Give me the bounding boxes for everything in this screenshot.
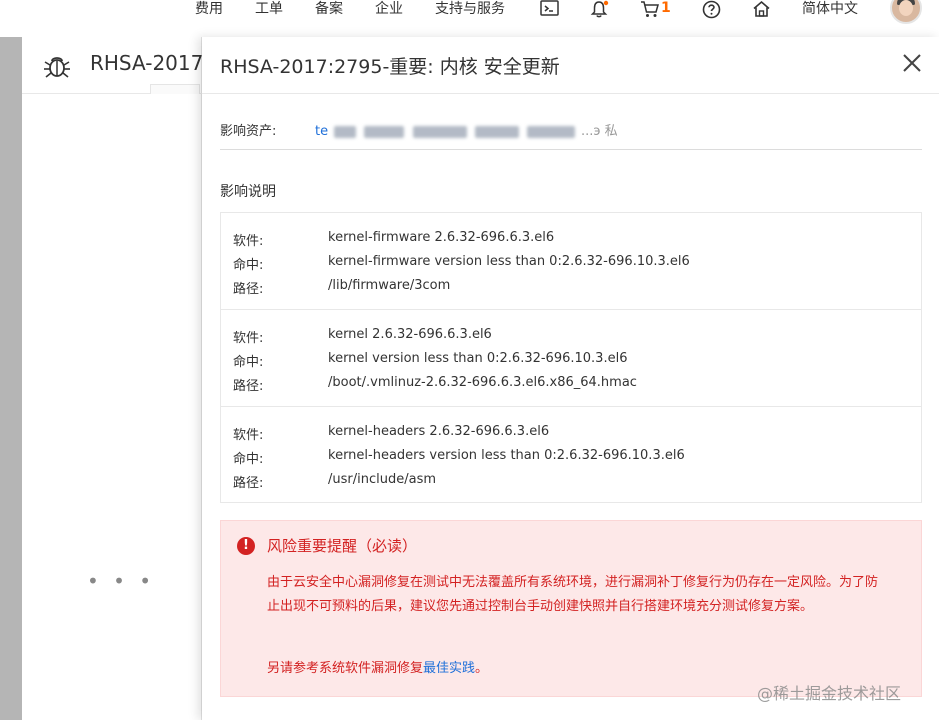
close-icon[interactable] — [900, 51, 924, 75]
nav-billing[interactable]: 费用 — [195, 0, 223, 20]
software-value: kernel 2.6.32-696.6.3.el6 — [328, 327, 492, 342]
best-practice-link[interactable]: 最佳实践 — [423, 661, 475, 676]
risk-alert: ! 风险重要提醒（必读） 由于云安全中心漏洞修复在测试中无法覆盖所有系统环境，进… — [220, 520, 922, 697]
hit-label: 命中: — [233, 452, 264, 467]
redacted-text — [474, 125, 519, 138]
impact-item: 软件: kernel-headers 2.6.32-696.6.3.el6 命中:… — [221, 407, 921, 502]
drawer-title: RHSA-2017:2795-重要: 内核 安全更新 — [220, 56, 560, 78]
terminal-icon[interactable] — [540, 0, 560, 20]
redacted-text — [412, 125, 467, 138]
bell-icon[interactable] — [590, 0, 610, 20]
alert-reference: 另请参考系统软件漏洞修复最佳实践。 — [267, 657, 488, 676]
background-tab — [150, 84, 200, 94]
redacted-text — [364, 125, 405, 138]
hit-value: kernel version less than 0:2.6.32-696.10… — [328, 351, 628, 366]
nav-support[interactable]: 支持与服务 — [435, 0, 505, 20]
drawer-header: RHSA-2017:2795-重要: 内核 安全更新 — [202, 37, 939, 94]
path-label: 路径: — [233, 379, 264, 394]
asset-link[interactable]: te ...э 私 — [315, 120, 618, 139]
background-title: RHSA-2017: — [90, 51, 211, 75]
asset-prefix: te — [315, 124, 329, 139]
help-icon[interactable] — [702, 0, 722, 20]
path-label: 路径: — [233, 282, 264, 297]
nav-enterprise[interactable]: 企业 — [375, 0, 403, 20]
top-navigation: 费用 工单 备案 企业 支持与服务 1 简体中文 — [0, 0, 939, 37]
bug-icon — [42, 53, 72, 79]
impact-item: 软件: kernel-firmware 2.6.32-696.6.3.el6 命中… — [221, 213, 921, 310]
cart-icon[interactable]: 1 — [640, 0, 674, 20]
home-icon[interactable] — [752, 0, 772, 20]
hit-value: kernel-headers version less than 0:2.6.3… — [328, 448, 685, 463]
alert-ref-prefix: 另请参考系统软件漏洞修复 — [267, 661, 424, 676]
path-value: /boot/.vmlinuz-2.6.32-696.6.3.el6.x86_64… — [328, 375, 637, 390]
nav-filing[interactable]: 备案 — [315, 0, 343, 20]
hit-label: 命中: — [233, 258, 264, 273]
path-value: /usr/include/asm — [328, 472, 436, 487]
path-label: 路径: — [233, 476, 264, 491]
vulnerability-drawer: RHSA-2017:2795-重要: 内核 安全更新 影响资产: te ...э… — [202, 37, 939, 720]
language-switch[interactable]: 简体中文 — [802, 0, 858, 20]
nav-tickets[interactable]: 工单 — [255, 0, 283, 20]
software-value: kernel-firmware 2.6.32-696.6.3.el6 — [328, 230, 555, 245]
asset-suffix: ...э 私 — [580, 124, 618, 139]
background-panel-header: RHSA-2017: — [22, 37, 210, 94]
software-label: 软件: — [233, 331, 264, 346]
background-sidebar — [0, 37, 22, 720]
redacted-text — [526, 125, 575, 138]
alert-body: 由于云安全中心漏洞修复在测试中无法覆盖所有系统环境，进行漏洞补丁修复行为仍存在一… — [267, 575, 879, 614]
hit-label: 命中: — [233, 355, 264, 370]
hit-value: kernel-firmware version less than 0:2.6.… — [328, 254, 690, 269]
impact-list: 软件: kernel-firmware 2.6.32-696.6.3.el6 命中… — [220, 212, 922, 503]
path-value: /lib/firmware/3com — [328, 278, 451, 293]
affected-asset-row: 影响资产: te ...э 私 — [220, 120, 922, 150]
alert-title: 风险重要提醒（必读） — [267, 537, 418, 555]
impact-section-title: 影响说明 — [220, 184, 276, 200]
exclamation-icon: ! — [237, 537, 255, 555]
watermark: @稀土掘金技术社区 — [757, 684, 902, 703]
software-label: 软件: — [233, 428, 264, 443]
asset-label: 影响资产: — [220, 124, 277, 139]
user-avatar[interactable] — [890, 0, 922, 24]
background-detail-panel: RHSA-2017: • • • — [22, 37, 210, 720]
redacted-text — [334, 125, 357, 138]
software-label: 软件: — [233, 234, 264, 249]
software-value: kernel-headers 2.6.32-696.6.3.el6 — [328, 424, 550, 439]
alert-ref-suffix: 。 — [475, 661, 489, 676]
loading-indicator: • • • — [87, 569, 156, 593]
impact-item: 软件: kernel 2.6.32-696.6.3.el6 命中: kernel v… — [221, 310, 921, 407]
cart-count-badge: 1 — [661, 0, 671, 16]
